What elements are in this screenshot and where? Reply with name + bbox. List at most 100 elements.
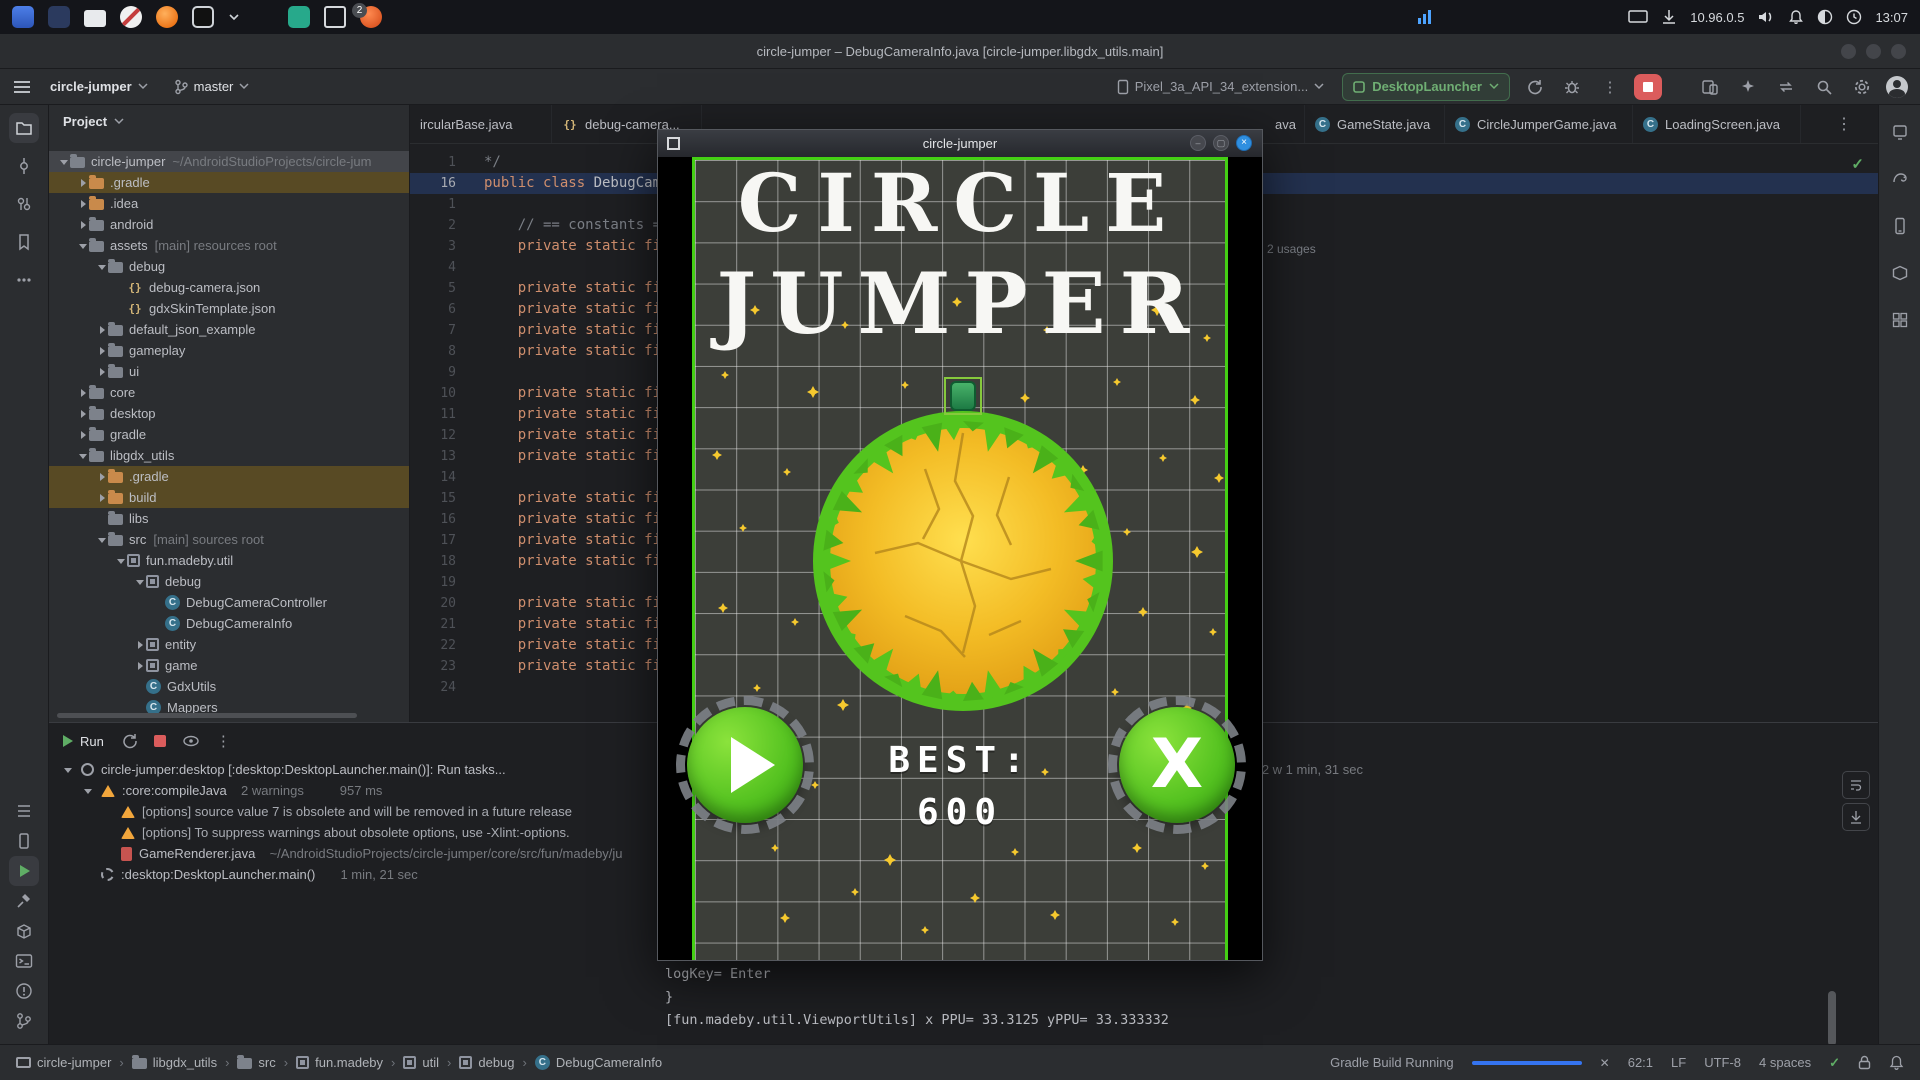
system-monitor-icon[interactable] [1416, 9, 1436, 25]
chevron-collapsed-icon[interactable] [135, 660, 146, 671]
debug-button[interactable] [1558, 74, 1586, 100]
network-download-icon[interactable] [1661, 9, 1677, 25]
scroll-to-end-icon[interactable] [1842, 803, 1870, 831]
tree-item-gdxutils[interactable]: CGdxUtils [49, 676, 409, 697]
soft-wrap-icon[interactable] [1842, 771, 1870, 799]
game-minimize-button[interactable]: – [1190, 135, 1206, 151]
editor-tab-loadingscreen-java[interactable]: CLoadingScreen.java [1633, 105, 1801, 143]
line-ending[interactable]: LF [1671, 1055, 1686, 1070]
console-scrollbar[interactable] [1828, 991, 1836, 1046]
tree-item-gdxskintemplate-json[interactable]: {}gdxSkinTemplate.json [49, 298, 409, 319]
android-studio-taskbar-icon[interactable] [12, 6, 34, 28]
project-selector[interactable]: circle-jumper [42, 76, 156, 97]
tree-item-build[interactable]: build [49, 487, 409, 508]
chevron-collapsed-icon[interactable] [78, 198, 89, 209]
editor-tab-circlejumpergame-java[interactable]: CCircleJumperGame.java [1445, 105, 1633, 143]
breadcrumb-item-util[interactable]: util [403, 1055, 439, 1070]
chevron-collapsed-icon[interactable] [78, 429, 89, 440]
project-panel-header[interactable]: Project [49, 105, 409, 137]
media-player-icon[interactable] [120, 6, 142, 28]
notifications-tray-icon[interactable] [1788, 9, 1804, 25]
tree-item-game[interactable]: game [49, 655, 409, 676]
tree-item-libs[interactable]: libs [49, 508, 409, 529]
rerun-task-icon[interactable] [120, 732, 138, 750]
display-settings-icon[interactable] [324, 6, 346, 28]
chevron-collapsed-icon[interactable] [78, 219, 89, 230]
tree-item-ui[interactable]: ui [49, 361, 409, 382]
chevron-collapsed-icon[interactable] [97, 345, 108, 356]
problems-icon[interactable] [9, 976, 39, 1006]
run-tool-icon[interactable] [9, 856, 39, 886]
tree-item-debug[interactable]: debug [49, 256, 409, 277]
chevron-expanded-icon[interactable] [97, 261, 108, 272]
chevron-collapsed-icon[interactable] [97, 324, 108, 335]
editor-tab-ircularbase-java[interactable]: ircularBase.java [410, 105, 552, 143]
todo-list-icon[interactable] [9, 796, 39, 826]
tree-item-circle-jumper[interactable]: circle-jumper~/AndroidStudioProjects/cir… [49, 151, 409, 172]
files-app-icon[interactable] [48, 6, 70, 28]
file-manager-icon[interactable] [84, 10, 106, 27]
stop-task-icon[interactable] [154, 735, 166, 747]
terminal-dropdown-icon[interactable] [228, 13, 240, 21]
breadcrumb-item-fun-madeby[interactable]: fun.madeby [296, 1055, 383, 1070]
chevron-collapsed-icon[interactable] [97, 471, 108, 482]
tree-item-gradle[interactable]: .gradle [49, 172, 409, 193]
chevron-collapsed-icon[interactable] [97, 492, 108, 503]
close-button[interactable] [1891, 44, 1906, 59]
firefox-icon[interactable] [156, 6, 178, 28]
indent-setting[interactable]: 4 spaces [1759, 1055, 1811, 1070]
chevron-expanded-icon[interactable] [59, 156, 70, 167]
terminal-tool-icon[interactable] [9, 946, 39, 976]
show-output-icon[interactable] [182, 732, 200, 750]
device-selector[interactable]: Pixel_3a_API_34_extension... [1109, 76, 1332, 98]
horizontal-scrollbar[interactable] [57, 713, 357, 718]
tree-item-gradle[interactable]: .gradle [49, 466, 409, 487]
terminal-taskbar-icon[interactable] [192, 6, 214, 28]
exit-button[interactable]: X [1119, 707, 1235, 823]
lock-icon[interactable] [1858, 1055, 1871, 1070]
chevron-expanded-icon[interactable] [78, 240, 89, 251]
tree-item-entity[interactable]: entity [49, 634, 409, 655]
branch-selector[interactable]: master [166, 76, 258, 98]
usages-inlay-hint[interactable]: 2 usages [1267, 242, 1316, 256]
breadcrumb-item-debug[interactable]: debug [459, 1055, 514, 1070]
bookmarks-icon[interactable] [9, 227, 39, 257]
pull-requests-icon[interactable] [9, 189, 39, 219]
more-run-options-icon[interactable]: ⋮ [1596, 74, 1624, 100]
tree-item-default-json-example[interactable]: default_json_example [49, 319, 409, 340]
build-tool-icon[interactable] [9, 886, 39, 916]
chevron-expanded-icon[interactable] [135, 576, 146, 587]
notifications-icon[interactable] [1889, 1055, 1904, 1070]
more-tabs-icon[interactable]: ⋮ [1836, 114, 1852, 134]
tree-item-libgdx-utils[interactable]: libgdx_utils [49, 445, 409, 466]
editor-tab-gamestate-java[interactable]: CGameState.java [1305, 105, 1445, 143]
game-window-titlebar[interactable]: circle-jumper – ▢ × [658, 130, 1262, 157]
caret-position[interactable]: 62:1 [1628, 1055, 1653, 1070]
chevron-expanded-icon[interactable] [97, 534, 108, 545]
cancel-build-icon[interactable]: ✕ [1600, 1056, 1610, 1070]
editor-tab-ava[interactable]: ava [1265, 105, 1305, 143]
run-config-selector[interactable]: DesktopLauncher [1342, 73, 1510, 101]
settings-gear-icon[interactable] [1848, 74, 1876, 100]
game-close-button[interactable]: × [1236, 135, 1252, 151]
chevron-expanded-icon[interactable] [78, 450, 89, 461]
user-avatar[interactable] [1886, 76, 1908, 98]
app-inspection-icon[interactable] [1885, 258, 1915, 288]
device-mirroring-icon[interactable] [1696, 74, 1724, 100]
tree-item-debug[interactable]: debug [49, 571, 409, 592]
tree-item-debugcamerainfo[interactable]: CDebugCameraInfo [49, 613, 409, 634]
run-tab-label[interactable]: Run [80, 734, 104, 749]
ai-assistant-icon[interactable] [1734, 74, 1762, 100]
check-icon[interactable]: ✓ [1829, 1055, 1840, 1071]
running-devices-icon[interactable] [1885, 117, 1915, 147]
breadcrumb-item-libgdx-utils[interactable]: libgdx_utils [132, 1055, 217, 1070]
game-maximize-button[interactable]: ▢ [1213, 135, 1229, 151]
file-encoding[interactable]: UTF-8 [1704, 1055, 1741, 1070]
device-explorer-icon[interactable] [9, 826, 39, 856]
game-canvas[interactable]: CIRCLE JUMPER [658, 157, 1262, 960]
cast-icon[interactable] [1628, 9, 1648, 25]
chevron-collapsed-icon[interactable] [78, 408, 89, 419]
gradle-tool-icon[interactable] [1885, 164, 1915, 194]
rerun-button[interactable] [1520, 74, 1548, 100]
search-icon[interactable] [1810, 74, 1838, 100]
